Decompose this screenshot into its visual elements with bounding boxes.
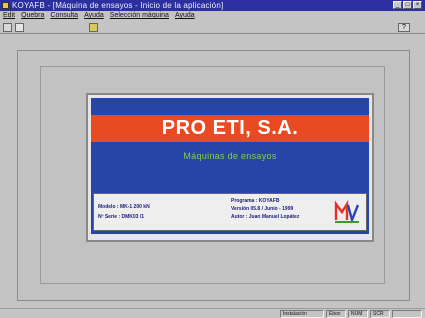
menu-item-ayuda-1[interactable]: Ayuda	[84, 11, 104, 21]
window-controls: _ □ ×	[393, 1, 422, 9]
new-document-icon[interactable]	[15, 23, 24, 32]
program-line: Programa : KOYAFB	[231, 198, 280, 204]
product-subtitle: Máquinas de ensayos	[183, 151, 277, 161]
company-logo-icon	[334, 199, 360, 224]
toolbar: ?	[0, 21, 425, 34]
menu-item-seleccion-maquina[interactable]: Selección máquina	[110, 11, 169, 21]
program-info: Programa : KOYAFB Versión 05.8 / Junio -…	[231, 197, 299, 221]
minimize-button[interactable]: _	[393, 1, 402, 9]
splash-panel: PRO ETI, S.A. Máquinas de ensayos Modelo…	[86, 93, 374, 242]
application-window: KOYAFB - [Máquina de ensayos - Inicio de…	[0, 0, 425, 318]
menu-bar: Edit Quebra Consulta Ayuda Selección máq…	[0, 11, 425, 21]
menu-item-quebra[interactable]: Quebra	[21, 11, 44, 21]
maximize-button[interactable]: □	[403, 1, 412, 9]
menu-item-ayuda-2[interactable]: Ayuda	[175, 11, 195, 21]
title-bar[interactable]: KOYAFB - [Máquina de ensayos - Inicio de…	[0, 0, 425, 11]
app-icon[interactable]	[2, 2, 9, 9]
status-panel-ebox: Ebox	[326, 310, 346, 318]
menu-item-consulta[interactable]: Consulta	[50, 11, 78, 21]
serial-line: Nº Serie : DMK03 /1	[98, 214, 145, 220]
author-line: Autor : Juan Manuel Lopátez	[231, 214, 300, 220]
menu-item-edit[interactable]: Edit	[3, 11, 15, 21]
version-line: Versión 05.8 / Junio - 1999	[231, 206, 294, 212]
open-icon[interactable]	[3, 23, 12, 32]
model-line: Modelo : MK-1 200 kN	[98, 204, 150, 210]
info-box: Modelo : MK-1 200 kN Nº Serie : DMK03 /1…	[93, 193, 367, 231]
close-button[interactable]: ×	[413, 1, 422, 9]
status-bar: Instalación Ebox NUM SCR	[0, 308, 425, 318]
company-name: PRO ETI, S.A.	[161, 117, 299, 139]
machine-info: Modelo : MK-1 200 kN Nº Serie : DMK03 /1	[98, 202, 150, 222]
status-panel-empty	[392, 310, 422, 318]
print-icon[interactable]	[89, 23, 98, 32]
help-icon[interactable]: ?	[398, 23, 410, 32]
status-panel-scr: SCR	[370, 310, 390, 318]
status-panel-num: NUM	[348, 310, 368, 318]
window-title: KOYAFB - [Máquina de ensayos - Inicio de…	[12, 1, 224, 10]
status-panel-instalacion: Instalación	[280, 310, 324, 318]
